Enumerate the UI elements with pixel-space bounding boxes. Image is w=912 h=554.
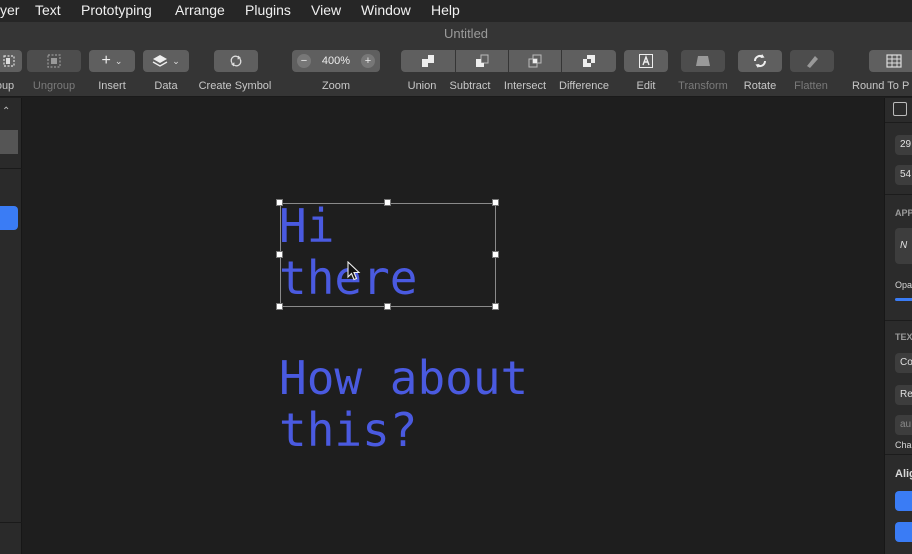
align-tab-icon[interactable] — [893, 102, 907, 116]
zoom-control[interactable]: − 400% + — [292, 50, 380, 72]
align-left-button[interactable] — [895, 491, 912, 511]
rotate-button[interactable] — [738, 50, 782, 72]
chevron-down-icon: ⌄ — [172, 55, 180, 66]
menu-plugins[interactable]: Plugins — [245, 2, 291, 18]
layer-row-selected[interactable] — [0, 130, 18, 154]
zoom-label: Zoom — [321, 80, 351, 92]
ungroup-button[interactable] — [27, 50, 81, 72]
canvas[interactable] — [22, 98, 884, 554]
panel-divider — [0, 522, 22, 523]
resize-handle-bottom-left[interactable] — [276, 303, 283, 310]
difference-button[interactable] — [562, 50, 616, 72]
symbol-icon — [230, 55, 242, 67]
create-symbol-button[interactable] — [214, 50, 258, 72]
selection-box — [280, 203, 496, 307]
difference-label: Difference — [559, 80, 609, 92]
ungroup-icon — [47, 54, 61, 68]
resize-handle-top-left[interactable] — [276, 199, 283, 206]
toolbar: oup Ungroup + ⌄ Insert ⌄ Data Create Sym… — [0, 44, 912, 97]
panel-divider — [0, 168, 22, 169]
menu-arrange[interactable]: Arrange — [175, 2, 225, 18]
align-option-button[interactable] — [895, 522, 912, 542]
menu-help[interactable]: Help — [431, 2, 460, 18]
round-to-pixel-label: Round To P — [852, 80, 910, 92]
group-icon — [3, 55, 15, 67]
subtract-button[interactable] — [456, 50, 508, 72]
layers-icon — [152, 55, 168, 67]
subtract-icon — [476, 54, 489, 67]
flatten-label: Flatten — [794, 80, 828, 92]
window-title: Untitled — [443, 26, 489, 41]
edit-button[interactable] — [624, 50, 668, 72]
resize-handle-top[interactable] — [384, 199, 391, 206]
plus-icon: + — [101, 52, 111, 69]
group-button[interactable] — [0, 50, 22, 72]
resize-handle-top-right[interactable] — [492, 199, 499, 206]
auto-field[interactable]: au — [895, 415, 912, 435]
y-position-field[interactable]: 54 — [895, 165, 912, 185]
flatten-icon — [807, 56, 818, 68]
rotate-label: Rotate — [743, 80, 777, 92]
menu-view[interactable]: View — [311, 2, 341, 18]
chevron-up-icon[interactable]: ⌃ — [2, 106, 10, 117]
opacity-slider[interactable] — [895, 298, 912, 301]
resize-handle-bottom-right[interactable] — [492, 303, 499, 310]
difference-icon — [583, 55, 595, 67]
menu-layer[interactable]: yer — [0, 2, 19, 18]
menu-window[interactable]: Window — [361, 2, 411, 18]
transform-button[interactable] — [681, 50, 725, 72]
font-family-field[interactable]: Co — [895, 353, 912, 373]
zoom-in-icon[interactable]: + — [360, 54, 375, 68]
menu-prototyping[interactable]: Prototyping — [81, 2, 152, 18]
edit-label: Edit — [636, 80, 656, 92]
text-heading: TEX — [895, 332, 912, 342]
data-button[interactable]: ⌄ — [143, 50, 189, 72]
character-label: Cha — [895, 440, 912, 450]
resize-handle-left[interactable] — [276, 251, 283, 258]
font-weight-field[interactable]: Re — [895, 385, 912, 405]
style-field[interactable]: N — [895, 228, 912, 264]
x-position-field[interactable]: 29 — [895, 135, 912, 155]
resize-handle-right[interactable] — [492, 251, 499, 258]
transform-icon — [696, 56, 710, 66]
resize-handle-bottom[interactable] — [384, 303, 391, 310]
insert-label: Insert — [98, 80, 126, 92]
layers-panel: ⌃ — [0, 98, 22, 554]
inspector-panel: 29 54 APP N Opa TEX Co Re au Cha Alig — [884, 98, 912, 554]
zoom-value: 400% — [321, 55, 351, 67]
data-label: Data — [154, 80, 178, 92]
transform-label: Transform — [678, 80, 728, 92]
mouse-pointer-icon — [347, 261, 361, 281]
text-layer[interactable]: How about this? — [279, 352, 528, 456]
ungroup-label: Ungroup — [32, 80, 76, 92]
opacity-label: Opa — [895, 280, 912, 290]
layer-row-active[interactable] — [0, 206, 18, 230]
subtract-label: Subtract — [449, 80, 491, 92]
create-symbol-label: Create Symbol — [198, 80, 272, 92]
menu-text[interactable]: Text — [35, 2, 61, 18]
text-edit-icon — [639, 54, 653, 68]
intersect-label: Intersect — [503, 80, 547, 92]
rotate-icon — [754, 54, 766, 68]
round-to-pixel-button[interactable] — [869, 50, 912, 72]
intersect-button[interactable] — [509, 50, 561, 72]
union-label: Union — [407, 80, 437, 92]
group-label: oup — [0, 80, 15, 92]
union-button[interactable] — [401, 50, 455, 72]
flatten-button[interactable] — [790, 50, 834, 72]
alignment-label: Alig — [895, 468, 912, 480]
insert-button[interactable]: + ⌄ — [89, 50, 135, 72]
inspector-divider — [885, 194, 912, 195]
menu-bar: yer Text Prototyping Arrange Plugins Vie… — [0, 0, 912, 22]
inspector-divider — [885, 454, 912, 455]
appearance-heading: APP — [895, 208, 912, 218]
zoom-out-icon[interactable]: − — [297, 54, 311, 68]
grid-icon — [886, 54, 902, 68]
intersect-icon — [528, 54, 542, 68]
inspector-divider — [885, 122, 912, 123]
chevron-down-icon: ⌄ — [114, 55, 123, 66]
title-bar: Untitled — [0, 22, 912, 44]
union-icon — [422, 55, 434, 67]
inspector-divider — [885, 320, 912, 321]
